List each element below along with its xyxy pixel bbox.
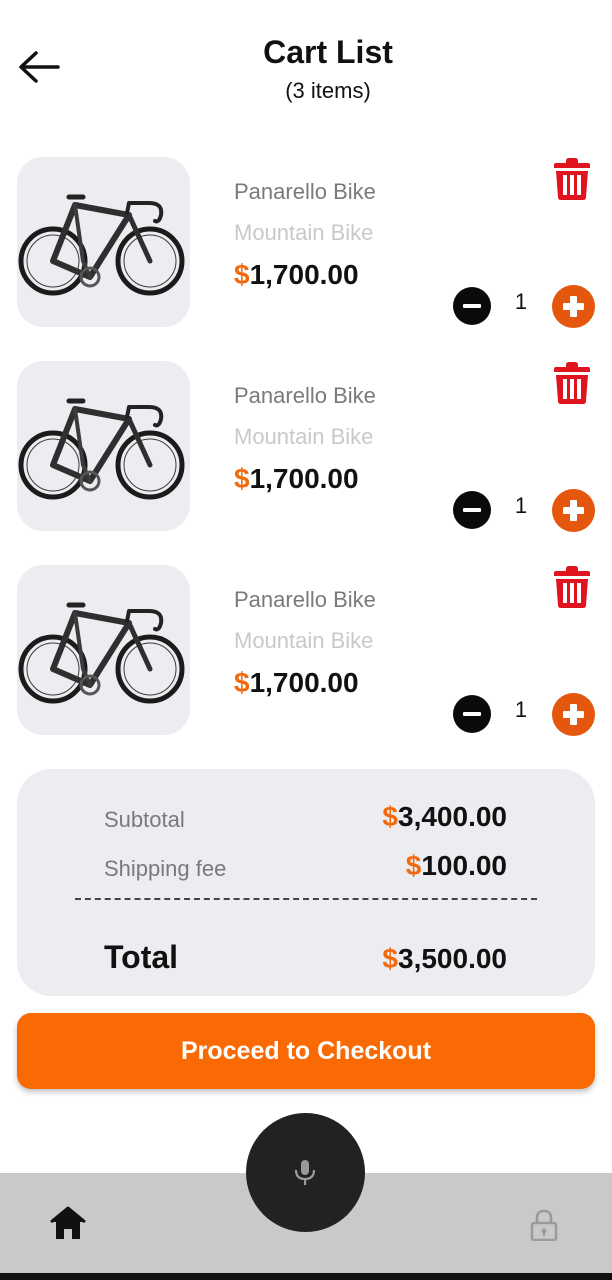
- currency-symbol: $: [405, 850, 422, 881]
- product-category: Mountain Bike: [234, 220, 374, 245]
- quantity-value: 1: [514, 493, 528, 518]
- product-image: [17, 361, 190, 531]
- price-value: 1,700.00: [249, 463, 359, 494]
- total-amount: 3,500.00: [398, 943, 507, 974]
- item-count: (3 items): [285, 78, 371, 103]
- product-image: [17, 565, 190, 735]
- price-value: 1,700.00: [249, 259, 359, 290]
- product-name: Panarello Bike: [234, 383, 376, 408]
- checkout-button[interactable]: Proceed to Checkout: [17, 1013, 595, 1089]
- voice-search-button[interactable]: [246, 1113, 365, 1232]
- cart-item: Panarello Bike Mountain Bike $1,700.00 1: [0, 157, 612, 337]
- cart-item: Panarello Bike Mountain Bike $1,700.00 1: [0, 361, 612, 541]
- decrease-quantity-button[interactable]: [453, 491, 491, 529]
- quantity-value: 1: [514, 697, 528, 722]
- shipping-amount: 100.00: [421, 850, 507, 881]
- microphone-icon: [294, 1160, 316, 1185]
- trash-icon: [554, 566, 590, 608]
- product-name: Panarello Bike: [234, 179, 376, 204]
- total-value: $3,500.00: [382, 943, 507, 975]
- currency-symbol: $: [382, 943, 398, 974]
- system-bar: [0, 1273, 612, 1280]
- product-price: $1,700.00: [234, 463, 359, 495]
- summary-divider: [75, 898, 537, 900]
- decrease-quantity-button[interactable]: [453, 287, 491, 325]
- nav-lock-button[interactable]: [530, 1209, 558, 1242]
- subtotal-label: Subtotal: [104, 807, 185, 832]
- subtotal-amount: 3,400.00: [398, 801, 507, 832]
- product-category: Mountain Bike: [234, 424, 374, 449]
- delete-button[interactable]: [553, 157, 591, 201]
- header: Cart List (3 items): [0, 0, 612, 130]
- price-value: 1,700.00: [249, 667, 359, 698]
- delete-button[interactable]: [553, 565, 591, 609]
- home-icon: [50, 1206, 86, 1239]
- subtotal-value: $3,400.00: [382, 801, 507, 833]
- product-image: [17, 157, 190, 327]
- delete-button[interactable]: [553, 361, 591, 405]
- trash-icon: [554, 362, 590, 404]
- order-summary: Subtotal $3,400.00 Shipping fee $100.00 …: [17, 769, 595, 996]
- lock-icon: [530, 1209, 558, 1242]
- shipping-value: $100.00: [406, 850, 507, 882]
- increase-quantity-button[interactable]: [552, 693, 595, 736]
- product-price: $1,700.00: [234, 667, 359, 699]
- currency-symbol: $: [234, 463, 250, 494]
- total-label: Total: [104, 939, 179, 975]
- shipping-label: Shipping fee: [104, 856, 227, 881]
- product-category: Mountain Bike: [234, 628, 374, 653]
- nav-home-button[interactable]: [50, 1205, 86, 1241]
- currency-symbol: $: [234, 667, 250, 698]
- currency-symbol: $: [382, 801, 398, 832]
- quantity-value: 1: [514, 289, 528, 314]
- decrease-quantity-button[interactable]: [453, 695, 491, 733]
- trash-icon: [554, 158, 590, 200]
- product-name: Panarello Bike: [234, 587, 376, 612]
- cart-item: Panarello Bike Mountain Bike $1,700.00 1: [0, 565, 612, 745]
- product-price: $1,700.00: [234, 259, 359, 291]
- increase-quantity-button[interactable]: [552, 285, 595, 328]
- increase-quantity-button[interactable]: [552, 489, 595, 532]
- page-title: Cart List: [263, 34, 393, 70]
- currency-symbol: $: [234, 259, 250, 290]
